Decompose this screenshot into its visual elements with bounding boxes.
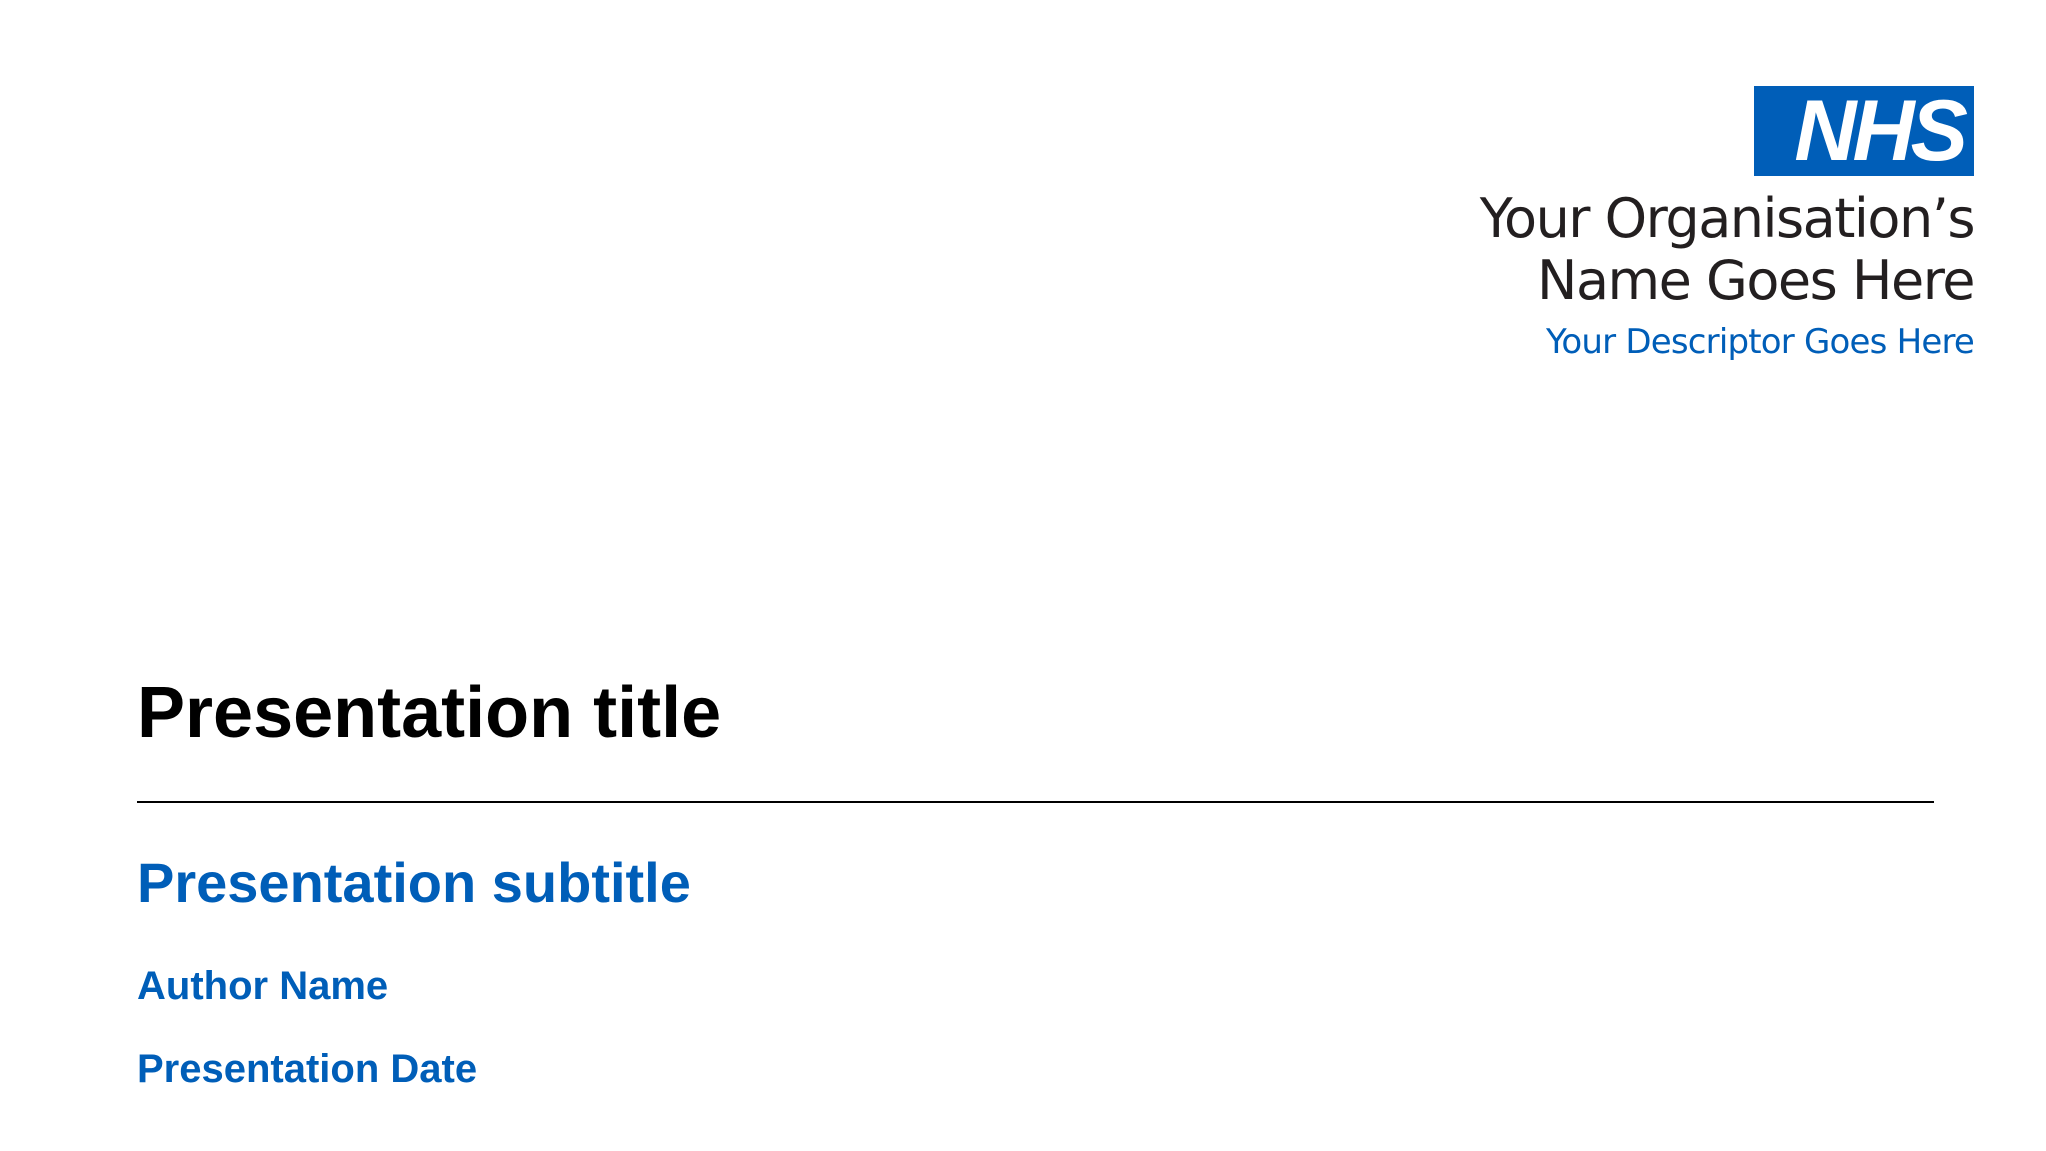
organisation-name-line-2: Name Goes Here xyxy=(1537,249,1975,312)
nhs-logo-text: NHS xyxy=(1794,83,1968,179)
organisation-name-line-1: Your Organisation’s xyxy=(1479,187,1976,250)
author-name[interactable]: Author Name xyxy=(137,962,388,1010)
title-divider xyxy=(137,801,1934,803)
organisation-descriptor: Your Descriptor Goes Here xyxy=(1545,322,1975,362)
presentation-date[interactable]: Presentation Date xyxy=(137,1045,477,1093)
nhs-logo: NHS xyxy=(1754,86,1974,176)
presentation-title[interactable]: Presentation title xyxy=(137,670,721,756)
organisation-name: Your Organisation’s Name Goes Here xyxy=(1274,187,1976,312)
presentation-subtitle[interactable]: Presentation subtitle xyxy=(137,850,691,916)
title-slide: NHS Your Organisation’s Name Goes Here Y… xyxy=(0,0,2046,1151)
